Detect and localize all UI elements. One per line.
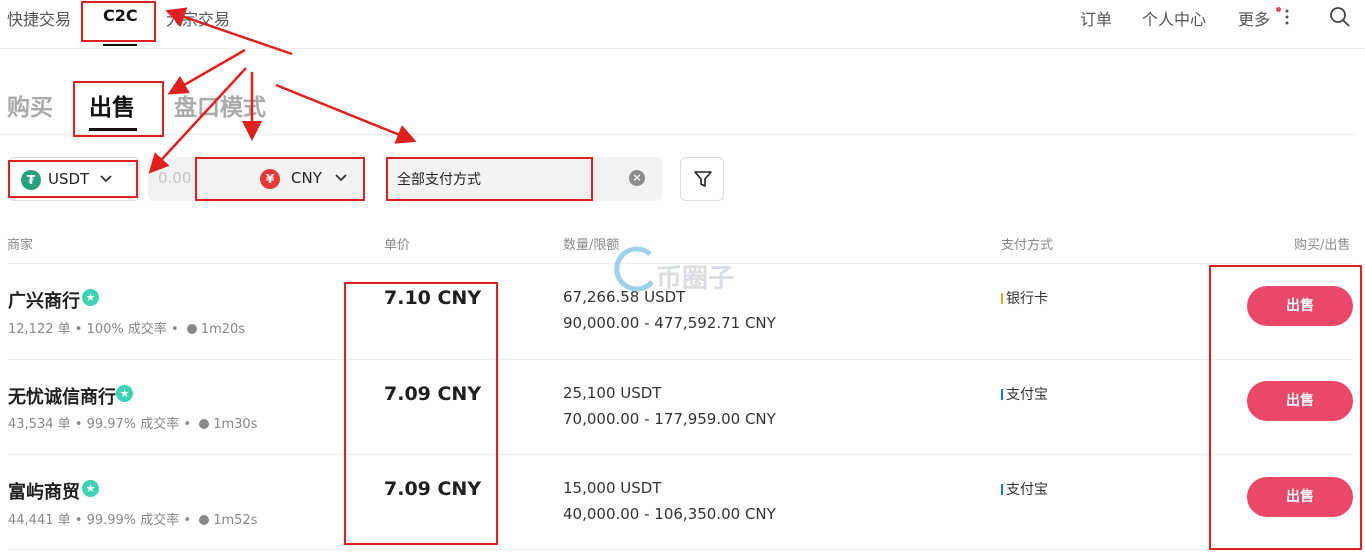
- tab-active-underline: [89, 128, 137, 131]
- order-count: 12,122 单: [8, 322, 71, 337]
- tab-order-book[interactable]: 盘口模式: [174, 88, 266, 122]
- watermark-logo-icon: [614, 246, 654, 292]
- nav-orders[interactable]: 订单: [1080, 6, 1112, 30]
- verified-icon: ★: [82, 289, 99, 306]
- payment-color-bar: [1001, 293, 1003, 304]
- amount-input[interactable]: 0.00: [158, 169, 191, 187]
- filter-icon: [694, 171, 712, 187]
- completion-rate: 99.97% 成交率: [86, 417, 180, 432]
- sell-button[interactable]: 出售: [1247, 286, 1353, 326]
- notification-dot: [1276, 7, 1281, 12]
- amount-fiat-group: 0.00 ¥ CNY: [148, 157, 362, 201]
- quantity: 25,100 USDT: [563, 384, 662, 402]
- cny-icon: ¥: [260, 169, 280, 189]
- clock-icon: [199, 515, 210, 525]
- nav-active-underline: [103, 44, 137, 46]
- clock-icon: [199, 419, 210, 429]
- usdt-icon: ₮: [21, 170, 41, 190]
- clear-icon[interactable]: ×: [629, 170, 645, 186]
- row-divider: [8, 549, 1353, 550]
- fiat-select-value[interactable]: CNY: [291, 169, 322, 187]
- payment-method-value: 全部支付方式: [397, 172, 481, 188]
- coin-select-value: USDT: [48, 170, 90, 188]
- tabs-divider: [0, 134, 1355, 135]
- merchant-name[interactable]: 无忧诚信商行: [8, 383, 116, 409]
- unit-price: 7.09 CNY: [384, 383, 482, 405]
- unit-price: 7.09 CNY: [384, 478, 482, 500]
- completion-rate: 100% 成交率: [86, 322, 167, 337]
- payment-color-bar: [1001, 484, 1003, 495]
- payment-method: 支付宝: [1006, 482, 1048, 498]
- verified-icon: ★: [116, 385, 133, 402]
- avg-time: 1m30s: [213, 417, 258, 432]
- coin-select[interactable]: ₮ USDT: [8, 157, 140, 201]
- payment-color-bar: [1001, 389, 1003, 400]
- order-count: 44,441 单: [8, 513, 71, 528]
- chevron-down-icon[interactable]: [334, 171, 348, 185]
- limit-range: 40,000.00 - 106,350.00 CNY: [563, 505, 776, 523]
- verified-icon: ★: [82, 480, 99, 497]
- tab-buy[interactable]: 购买: [7, 88, 53, 122]
- sell-button[interactable]: 出售: [1247, 477, 1353, 517]
- clock-icon: [186, 324, 197, 334]
- payment-method: 银行卡: [1006, 291, 1048, 307]
- row-divider: [8, 454, 1353, 455]
- header-payment: 支付方式: [1001, 238, 1054, 253]
- limit-range: 90,000.00 - 477,592.71 CNY: [563, 314, 776, 332]
- sell-button[interactable]: 出售: [1247, 381, 1353, 421]
- row-divider: [8, 359, 1353, 360]
- quantity: 15,000 USDT: [563, 479, 662, 497]
- order-count: 43,534 单: [8, 417, 71, 432]
- nav-quick-trade[interactable]: 快捷交易: [7, 6, 71, 30]
- tab-sell[interactable]: 出售: [89, 88, 135, 122]
- avg-time: 1m20s: [200, 322, 246, 337]
- unit-price: 7.10 CNY: [384, 287, 482, 309]
- avg-time: 1m52s: [213, 513, 258, 528]
- payment-method-select[interactable]: 全部支付方式 ×: [387, 157, 662, 201]
- more-vertical-icon[interactable]: [1283, 9, 1291, 25]
- completion-rate: 99.99% 成交率: [86, 513, 180, 528]
- filter-button[interactable]: [680, 157, 724, 201]
- nav-more[interactable]: 更多: [1238, 6, 1270, 30]
- header-action: 购买/出售: [1294, 238, 1351, 253]
- merchant-stats: 44,441 单 • 99.99% 成交率 • 1m52s: [8, 513, 258, 528]
- merchant-stats: 12,122 单 • 100% 成交率 • 1m20s: [8, 322, 246, 337]
- merchant-name[interactable]: 广兴商行: [8, 287, 80, 313]
- annotation-box-price: [344, 282, 498, 545]
- top-nav: 快捷交易 C2C 大宗交易 订单 个人中心 更多: [0, 0, 1365, 49]
- search-icon[interactable]: [1329, 6, 1351, 28]
- nav-block-trade[interactable]: 大宗交易: [166, 6, 230, 30]
- chevron-down-icon: [100, 175, 112, 183]
- nav-c2c[interactable]: C2C: [103, 6, 138, 25]
- arrow-to-payment: [275, 83, 417, 144]
- header-price: 单价: [384, 238, 411, 253]
- header-merchant: 商家: [7, 238, 34, 253]
- arrow-to-sell-tab: [167, 48, 246, 95]
- payment-method: 支付宝: [1006, 387, 1048, 403]
- watermark-text: 币圈子: [656, 264, 735, 294]
- limit-range: 70,000.00 - 177,959.00 CNY: [563, 410, 776, 428]
- merchant-name[interactable]: 富屿商贸: [8, 478, 80, 504]
- nav-user-center[interactable]: 个人中心: [1142, 6, 1206, 30]
- merchant-stats: 43,534 单 • 99.97% 成交率 • 1m30s: [8, 417, 258, 432]
